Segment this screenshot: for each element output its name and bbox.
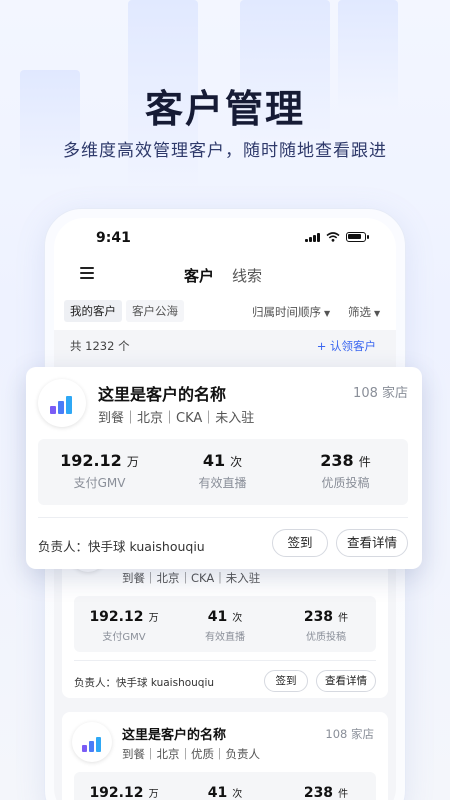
- stat-live: 41 次 有效直播: [198, 451, 247, 490]
- stat-posts: 238 件: [303, 785, 349, 800]
- checkin-button[interactable]: 签到: [272, 529, 328, 557]
- chip-my-customers[interactable]: 我的客户: [64, 300, 122, 322]
- wifi-icon: [326, 232, 340, 242]
- stat-posts: 238 件 优质投稿: [303, 609, 349, 643]
- stat-posts: 238 件 优质投稿: [320, 451, 371, 490]
- store-count: 108 家店: [353, 386, 408, 401]
- checkin-button[interactable]: 签到: [264, 670, 308, 692]
- stat-gmv: 192.12 万 支付GMV: [89, 609, 159, 643]
- customer-tags: 到餐｜北京｜优质｜负责人: [122, 747, 260, 761]
- filter-dropdown[interactable]: 筛选 ▼: [348, 304, 380, 320]
- view-detail-button[interactable]: 查看详情: [316, 670, 376, 692]
- tab-leads[interactable]: 线索: [232, 265, 262, 286]
- customer-tags: 到餐｜北京｜CKA｜未入驻: [122, 571, 261, 585]
- customer-logo: [72, 722, 112, 762]
- claim-customer-button[interactable]: + 认领客户: [317, 338, 376, 354]
- customer-tags: 到餐｜北京｜CKA｜未入驻: [98, 411, 255, 426]
- owner-label: 负责人：快手球 kuaishouqiu: [38, 539, 205, 554]
- stat-live: 41 次: [207, 785, 243, 800]
- caret-down-icon: ▼: [374, 309, 381, 318]
- customer-logo: [38, 379, 86, 427]
- customer-name: 这里是客户的名称: [98, 385, 227, 404]
- hero-subtitle: 多维度高效管理客户，随时随地查看跟进: [63, 141, 387, 161]
- owner-label: 负责人：快手球 kuaishouqiu: [74, 677, 215, 689]
- battery-icon: [346, 232, 369, 242]
- customer-card[interactable]: 到餐｜北京｜CKA｜未入驻 192.12 万 支付GMV 41 次 有效直播 2…: [62, 536, 388, 698]
- filter-bar: 我的客户 客户公海 归属时间顺序 ▼ 筛选 ▼: [64, 300, 386, 322]
- status-time: 9:41: [96, 230, 131, 246]
- store-count: 108 家店: [325, 727, 374, 741]
- top-nav: 客户 线索: [54, 262, 396, 286]
- status-icons: [305, 232, 369, 242]
- sort-dropdown[interactable]: 归属时间顺序 ▼: [252, 304, 330, 320]
- divider: [74, 660, 376, 661]
- customer-card-featured[interactable]: 这里是客户的名称 108 家店 到餐｜北京｜CKA｜未入驻 192.12 万 支…: [26, 367, 422, 569]
- divider: [38, 517, 408, 518]
- customer-count: 共 1232 个: [70, 339, 130, 353]
- sort-label: 归属时间顺序: [252, 305, 321, 319]
- stat-live: 41 次 有效直播: [205, 609, 245, 643]
- stat-gmv: 192.12 万: [89, 785, 159, 800]
- view-detail-button[interactable]: 查看详情: [336, 529, 408, 557]
- hero-title: 客户管理: [144, 87, 305, 131]
- stats-panel: 192.12 万 支付GMV 41 次 有效直播 238 件 优质投稿: [38, 439, 408, 505]
- tab-customer[interactable]: 客户: [184, 265, 214, 286]
- stat-gmv: 192.12 万 支付GMV: [60, 451, 139, 490]
- filter-label: 筛选: [348, 305, 371, 319]
- customer-name: 这里是客户的名称: [122, 728, 227, 743]
- caret-down-icon: ▼: [324, 309, 331, 318]
- chip-customer-pool[interactable]: 客户公海: [126, 300, 184, 322]
- stats-panel: 192.12 万 支付GMV 41 次 有效直播 238 件 优质投稿: [74, 596, 376, 652]
- menu-icon[interactable]: [80, 267, 94, 279]
- stats-panel: 192.12 万 41 次 238 件: [74, 772, 376, 800]
- customer-card[interactable]: 这里是客户的名称 108 家店 到餐｜北京｜优质｜负责人 192.12 万 41…: [62, 712, 388, 800]
- signal-icon: [305, 232, 320, 242]
